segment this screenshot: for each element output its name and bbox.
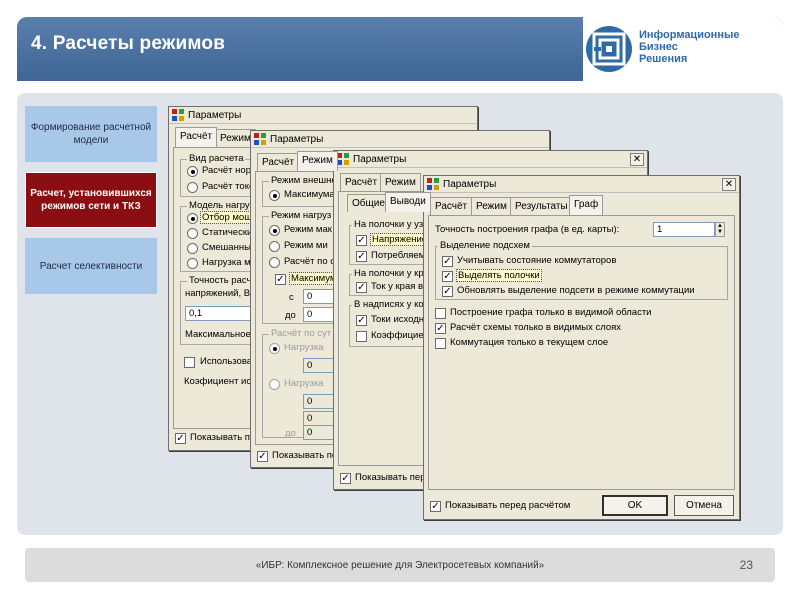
params-app-icon xyxy=(337,153,349,165)
logo-text: Информационные Бизнес Решения xyxy=(639,29,740,65)
checkbox-koef[interactable] xyxy=(356,331,367,342)
params-app-icon xyxy=(172,109,184,121)
s-input[interactable]: 0 xyxy=(303,289,337,304)
radio-otbor[interactable] xyxy=(187,213,198,224)
dialog-caption: Параметры xyxy=(188,110,242,121)
group-vid-rascheta: Вид расчета Расчёт норм Расчёт токо xyxy=(180,153,258,197)
tab-rezhim[interactable]: Режим xyxy=(380,173,421,191)
tab-body: Точность построения графа (в ед. карты):… xyxy=(428,215,735,490)
dialog-titlebar: Параметры xyxy=(169,107,477,124)
checkbox-vydelyat-polochki[interactable]: ✓ xyxy=(442,271,453,282)
tab-rezultaty[interactable]: Результаты xyxy=(510,197,573,215)
radio-raschet-norm[interactable] xyxy=(187,166,198,177)
checkbox-maximum[interactable]: ✓ xyxy=(275,274,286,285)
tab-graf[interactable]: Граф xyxy=(569,195,604,215)
footer-text: «ИБР: Комплексное решение для Электросет… xyxy=(255,560,545,571)
checkbox-potreblyaem[interactable]: ✓ xyxy=(356,251,367,262)
dialog-titlebar: Параметры ✕ xyxy=(424,176,739,193)
group-nagruzki: Режим нагруз Режим мак Режим ми Расчёт п… xyxy=(262,210,339,324)
radio-static[interactable] xyxy=(187,228,198,239)
dialog-titlebar: Параметры xyxy=(251,131,549,148)
checkbox-show-before[interactable]: ✓ xyxy=(430,501,441,512)
dialog-caption: Параметры xyxy=(270,134,324,145)
sut-input-4[interactable]: 0 xyxy=(303,425,337,440)
radio-nagruzka-2[interactable] xyxy=(269,379,280,390)
group-sutochny: Расчёт по сут Нагрузка 0 Нагрузка 0 0 до… xyxy=(262,328,338,440)
params-dialog-graph: Параметры ✕ Расчёт Режим Результаты Граф… xyxy=(423,175,740,520)
slide-title-bar: 4. Расчеты режимов Информационные Бизнес… xyxy=(17,17,783,81)
tab-obshie[interactable]: Общие xyxy=(347,194,390,212)
checkbox-obnovlyat[interactable]: ✓ xyxy=(442,286,453,297)
sidebar-item-selectivity[interactable]: Расчет селективности xyxy=(25,238,157,294)
radio-nagruzka-1[interactable] xyxy=(269,343,280,354)
radio-raschet-po[interactable] xyxy=(269,257,280,268)
checkbox-visible-layers[interactable]: ✓ xyxy=(435,323,446,334)
checkbox-graph-visible[interactable] xyxy=(435,308,446,319)
tab-rezhim[interactable]: Режим xyxy=(471,197,512,215)
radio-rezhim-min[interactable] xyxy=(269,241,280,252)
sut-input-2[interactable]: 0 xyxy=(303,394,337,409)
group-na-polochki-kraya: На полочки у кр ✓ Ток у края в xyxy=(349,268,431,296)
sut-input-3[interactable]: 0 xyxy=(303,411,337,426)
sidebar-item-regimes[interactable]: Расчет, установившихся режимов сети и ТК… xyxy=(25,172,157,228)
close-icon[interactable]: ✕ xyxy=(630,153,644,166)
accuracy-spinner[interactable]: ▲ ▼ xyxy=(715,222,725,237)
sidebar-item-model[interactable]: Формирование расчетной модели xyxy=(25,106,157,162)
dialog-titlebar: Параметры ✕ xyxy=(334,151,647,168)
params-app-icon xyxy=(427,178,439,190)
tab-rezhim[interactable]: Режим xyxy=(297,151,338,171)
company-logo-mark-icon xyxy=(586,26,632,72)
radio-rezhim-max[interactable] xyxy=(269,225,280,236)
group-model-nagruzki: Модель нагрузк Отбор мощн Статически Сме… xyxy=(180,200,261,272)
tab-raschet[interactable]: Расчёт xyxy=(430,197,473,215)
slide-title: 4. Расчеты режимов xyxy=(31,33,226,54)
checkbox-current-layer[interactable] xyxy=(435,338,446,349)
checkbox-uchityvat[interactable]: ✓ xyxy=(442,256,453,267)
params-app-icon xyxy=(254,133,266,145)
tab-raschet[interactable]: Расчёт xyxy=(175,127,218,147)
checkbox-ispolzovat[interactable] xyxy=(184,357,195,368)
dialog-caption: Параметры xyxy=(353,154,407,165)
close-icon[interactable]: ✕ xyxy=(722,178,736,191)
checkbox-napryazhenie[interactable]: ✓ xyxy=(356,235,367,246)
group-tochnost: Точность расчё напряжений, В: 0,1 Максим… xyxy=(180,275,259,345)
group-na-polochki: На полочки у уз ✓ Напряжение ✓ Потребляе… xyxy=(349,219,431,265)
tab-raschet[interactable]: Расчёт xyxy=(340,173,383,191)
ok-button[interactable]: OK xyxy=(602,495,668,516)
radio-maximum[interactable] xyxy=(269,190,280,201)
company-logo: Информационные Бизнес Решения xyxy=(583,17,783,81)
accuracy-input[interactable]: 1 xyxy=(653,222,715,237)
radio-smesh[interactable] xyxy=(187,243,198,254)
accuracy-label: Точность построения графа (в ед. карты): xyxy=(435,224,620,235)
cancel-button[interactable]: Отмена xyxy=(674,495,734,516)
group-vydelenie: Выделение подсхем ✓ Учитывать состояние … xyxy=(435,240,728,300)
group-vneshniy: Режим внешне Максимума xyxy=(262,175,339,207)
tab-raschet[interactable]: Расчёт xyxy=(257,153,300,171)
page-number: 23 xyxy=(739,558,753,572)
radio-raschet-tok[interactable] xyxy=(187,182,198,193)
sut-input-1[interactable]: 0 xyxy=(303,358,337,373)
footer-bar: «ИБР: Комплексное решение для Электросет… xyxy=(25,548,775,582)
checkbox-toki[interactable]: ✓ xyxy=(356,315,367,326)
group-nadpisi: В надписях у ко ✓ Токи исходн Коэффициен xyxy=(349,299,431,347)
checkbox-show-before[interactable]: ✓ xyxy=(175,433,186,444)
do-input[interactable]: 0 xyxy=(303,307,337,322)
tochnost-input[interactable]: 0,1 xyxy=(185,306,255,321)
checkbox-show-before[interactable]: ✓ xyxy=(257,451,268,462)
checkbox-show-before[interactable]: ✓ xyxy=(340,473,351,484)
dialog-caption: Параметры xyxy=(443,179,497,190)
checkbox-tok[interactable]: ✓ xyxy=(356,282,367,293)
radio-nagruzka[interactable] xyxy=(187,258,198,269)
tab-vyvodi[interactable]: Выводи xyxy=(385,192,431,212)
